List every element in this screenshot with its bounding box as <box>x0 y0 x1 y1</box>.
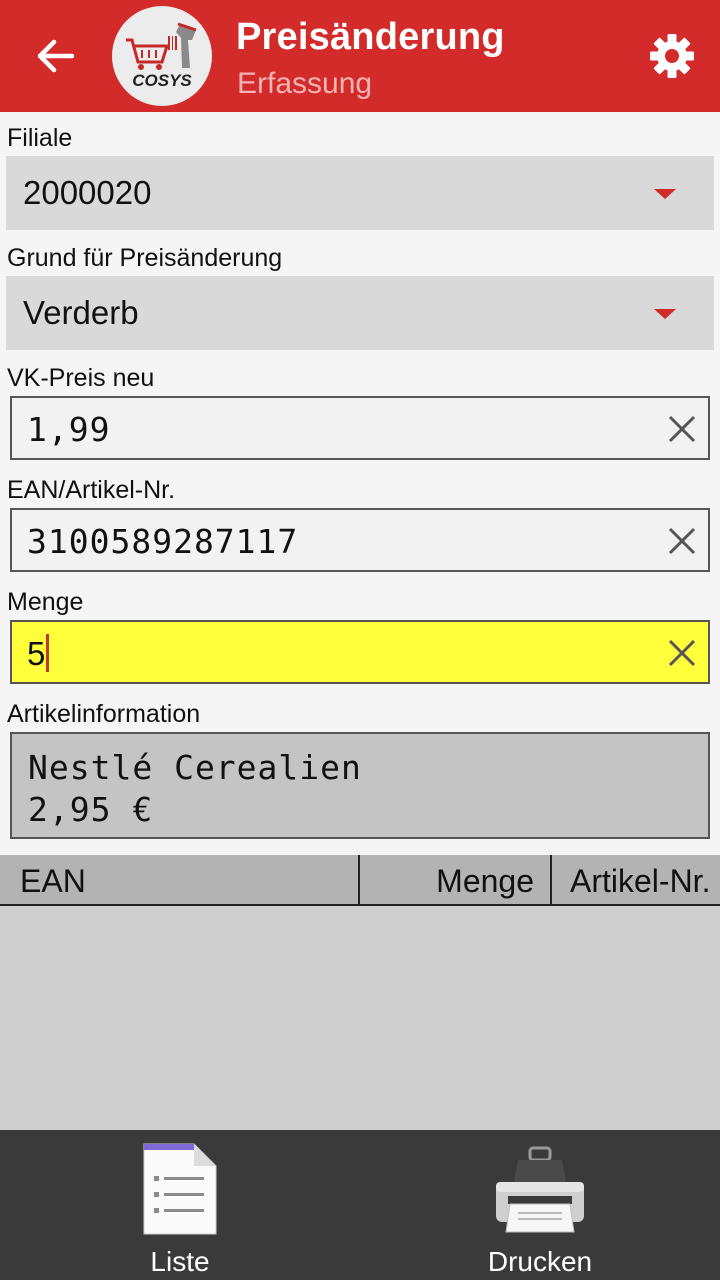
gear-icon[interactable] <box>648 32 696 80</box>
page-subtitle: Erfassung <box>237 67 373 100</box>
liste-label: Liste <box>150 1246 210 1277</box>
grund-value: Verderb <box>23 294 139 331</box>
table-header: EAN Menge Artikel-Nr. <box>0 855 720 906</box>
list-document-icon <box>143 1143 217 1235</box>
artikelinfo-name: Nestlé Cerealien <box>28 748 362 787</box>
drucken-label: Drucken <box>487 1246 593 1277</box>
artikelinfo-box: Nestlé Cerealien 2,95 € <box>10 732 710 839</box>
menge-input[interactable]: 5 <box>10 620 710 684</box>
clear-icon[interactable] <box>666 525 698 557</box>
vk-preis-value: 1,99 <box>27 410 111 449</box>
ean-value: 3100589287117 <box>27 522 299 561</box>
column-header-artikel-nr[interactable]: Artikel-Nr. <box>550 855 710 904</box>
clear-icon[interactable] <box>666 413 698 445</box>
cart-scanner-icon: COSYS <box>126 22 197 90</box>
back-arrow-icon[interactable] <box>30 32 80 80</box>
svg-text:COSYS: COSYS <box>132 71 192 90</box>
column-header-ean[interactable]: EAN <box>20 855 86 904</box>
filiale-label: Filiale <box>7 124 73 152</box>
grund-dropdown[interactable]: Verderb <box>6 276 714 350</box>
app-bar: COSYS Preisänderung Erfassung <box>0 0 720 112</box>
filiale-dropdown[interactable]: 2000020 <box>6 156 714 230</box>
ean-label: EAN/Artikel-Nr. <box>7 476 176 504</box>
artikelinfo-price: 2,95 € <box>28 790 154 829</box>
drucken-button[interactable]: Drucken <box>460 1130 620 1280</box>
dropdown-caret-icon <box>654 309 676 319</box>
clear-icon[interactable] <box>666 637 698 669</box>
cosys-logo: COSYS <box>112 6 212 106</box>
table-body[interactable] <box>0 906 720 1130</box>
grund-label: Grund für Preisänderung <box>7 244 283 272</box>
filiale-value: 2000020 <box>23 174 152 211</box>
page-title: Preisänderung <box>236 16 505 58</box>
column-header-menge[interactable]: Menge <box>358 855 550 904</box>
menge-value: 5 <box>27 635 46 672</box>
menge-label: Menge <box>7 588 84 616</box>
liste-button[interactable]: Liste <box>100 1130 260 1280</box>
vk-preis-label: VK-Preis neu <box>7 364 155 392</box>
artikelinfo-label: Artikelinformation <box>7 700 201 728</box>
text-cursor <box>46 634 50 672</box>
bottom-nav: Liste Drucken <box>0 1130 720 1280</box>
dropdown-caret-icon <box>654 189 676 199</box>
ean-input[interactable]: 3100589287117 <box>10 508 710 572</box>
printer-icon <box>496 1146 584 1233</box>
vk-preis-input[interactable]: 1,99 <box>10 396 710 460</box>
